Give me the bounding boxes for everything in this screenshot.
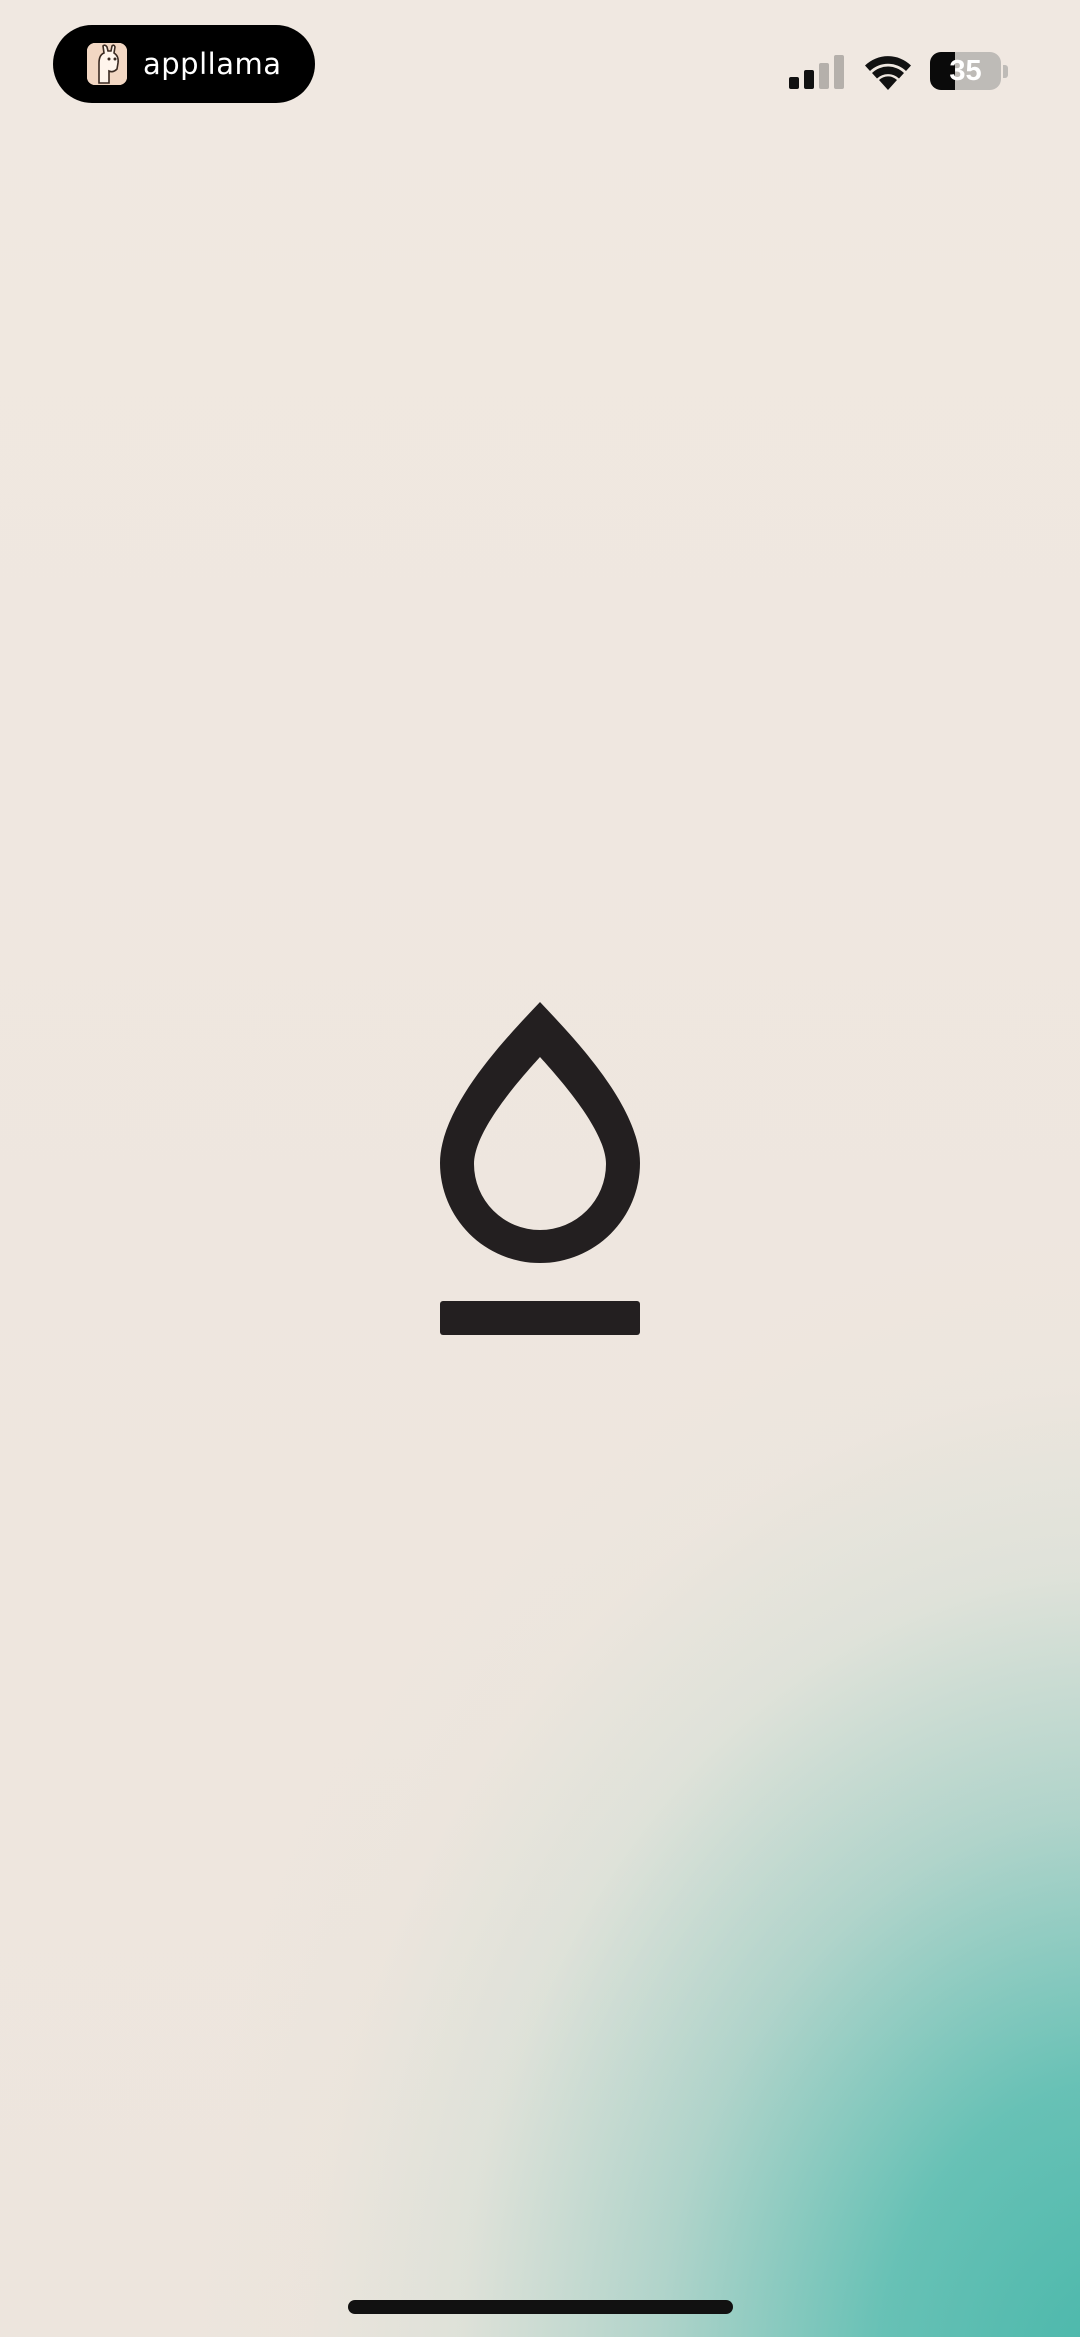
- app-name: appllama: [143, 47, 282, 81]
- cellular-signal-icon: [789, 55, 844, 89]
- battery-level: 35: [949, 55, 982, 87]
- battery-body: 35: [930, 52, 1001, 90]
- app-pill[interactable]: appllama: [53, 25, 315, 103]
- splash-screen: appllama 35: [0, 0, 1080, 2337]
- wifi-icon: [865, 56, 911, 90]
- battery-nub: [1003, 65, 1008, 78]
- water-drop-logo-icon: [440, 1002, 640, 1335]
- home-indicator[interactable]: [348, 2300, 733, 2314]
- battery-indicator: 35: [930, 52, 1010, 92]
- status-bar: appllama 35: [0, 0, 1080, 140]
- llama-icon: [87, 43, 127, 85]
